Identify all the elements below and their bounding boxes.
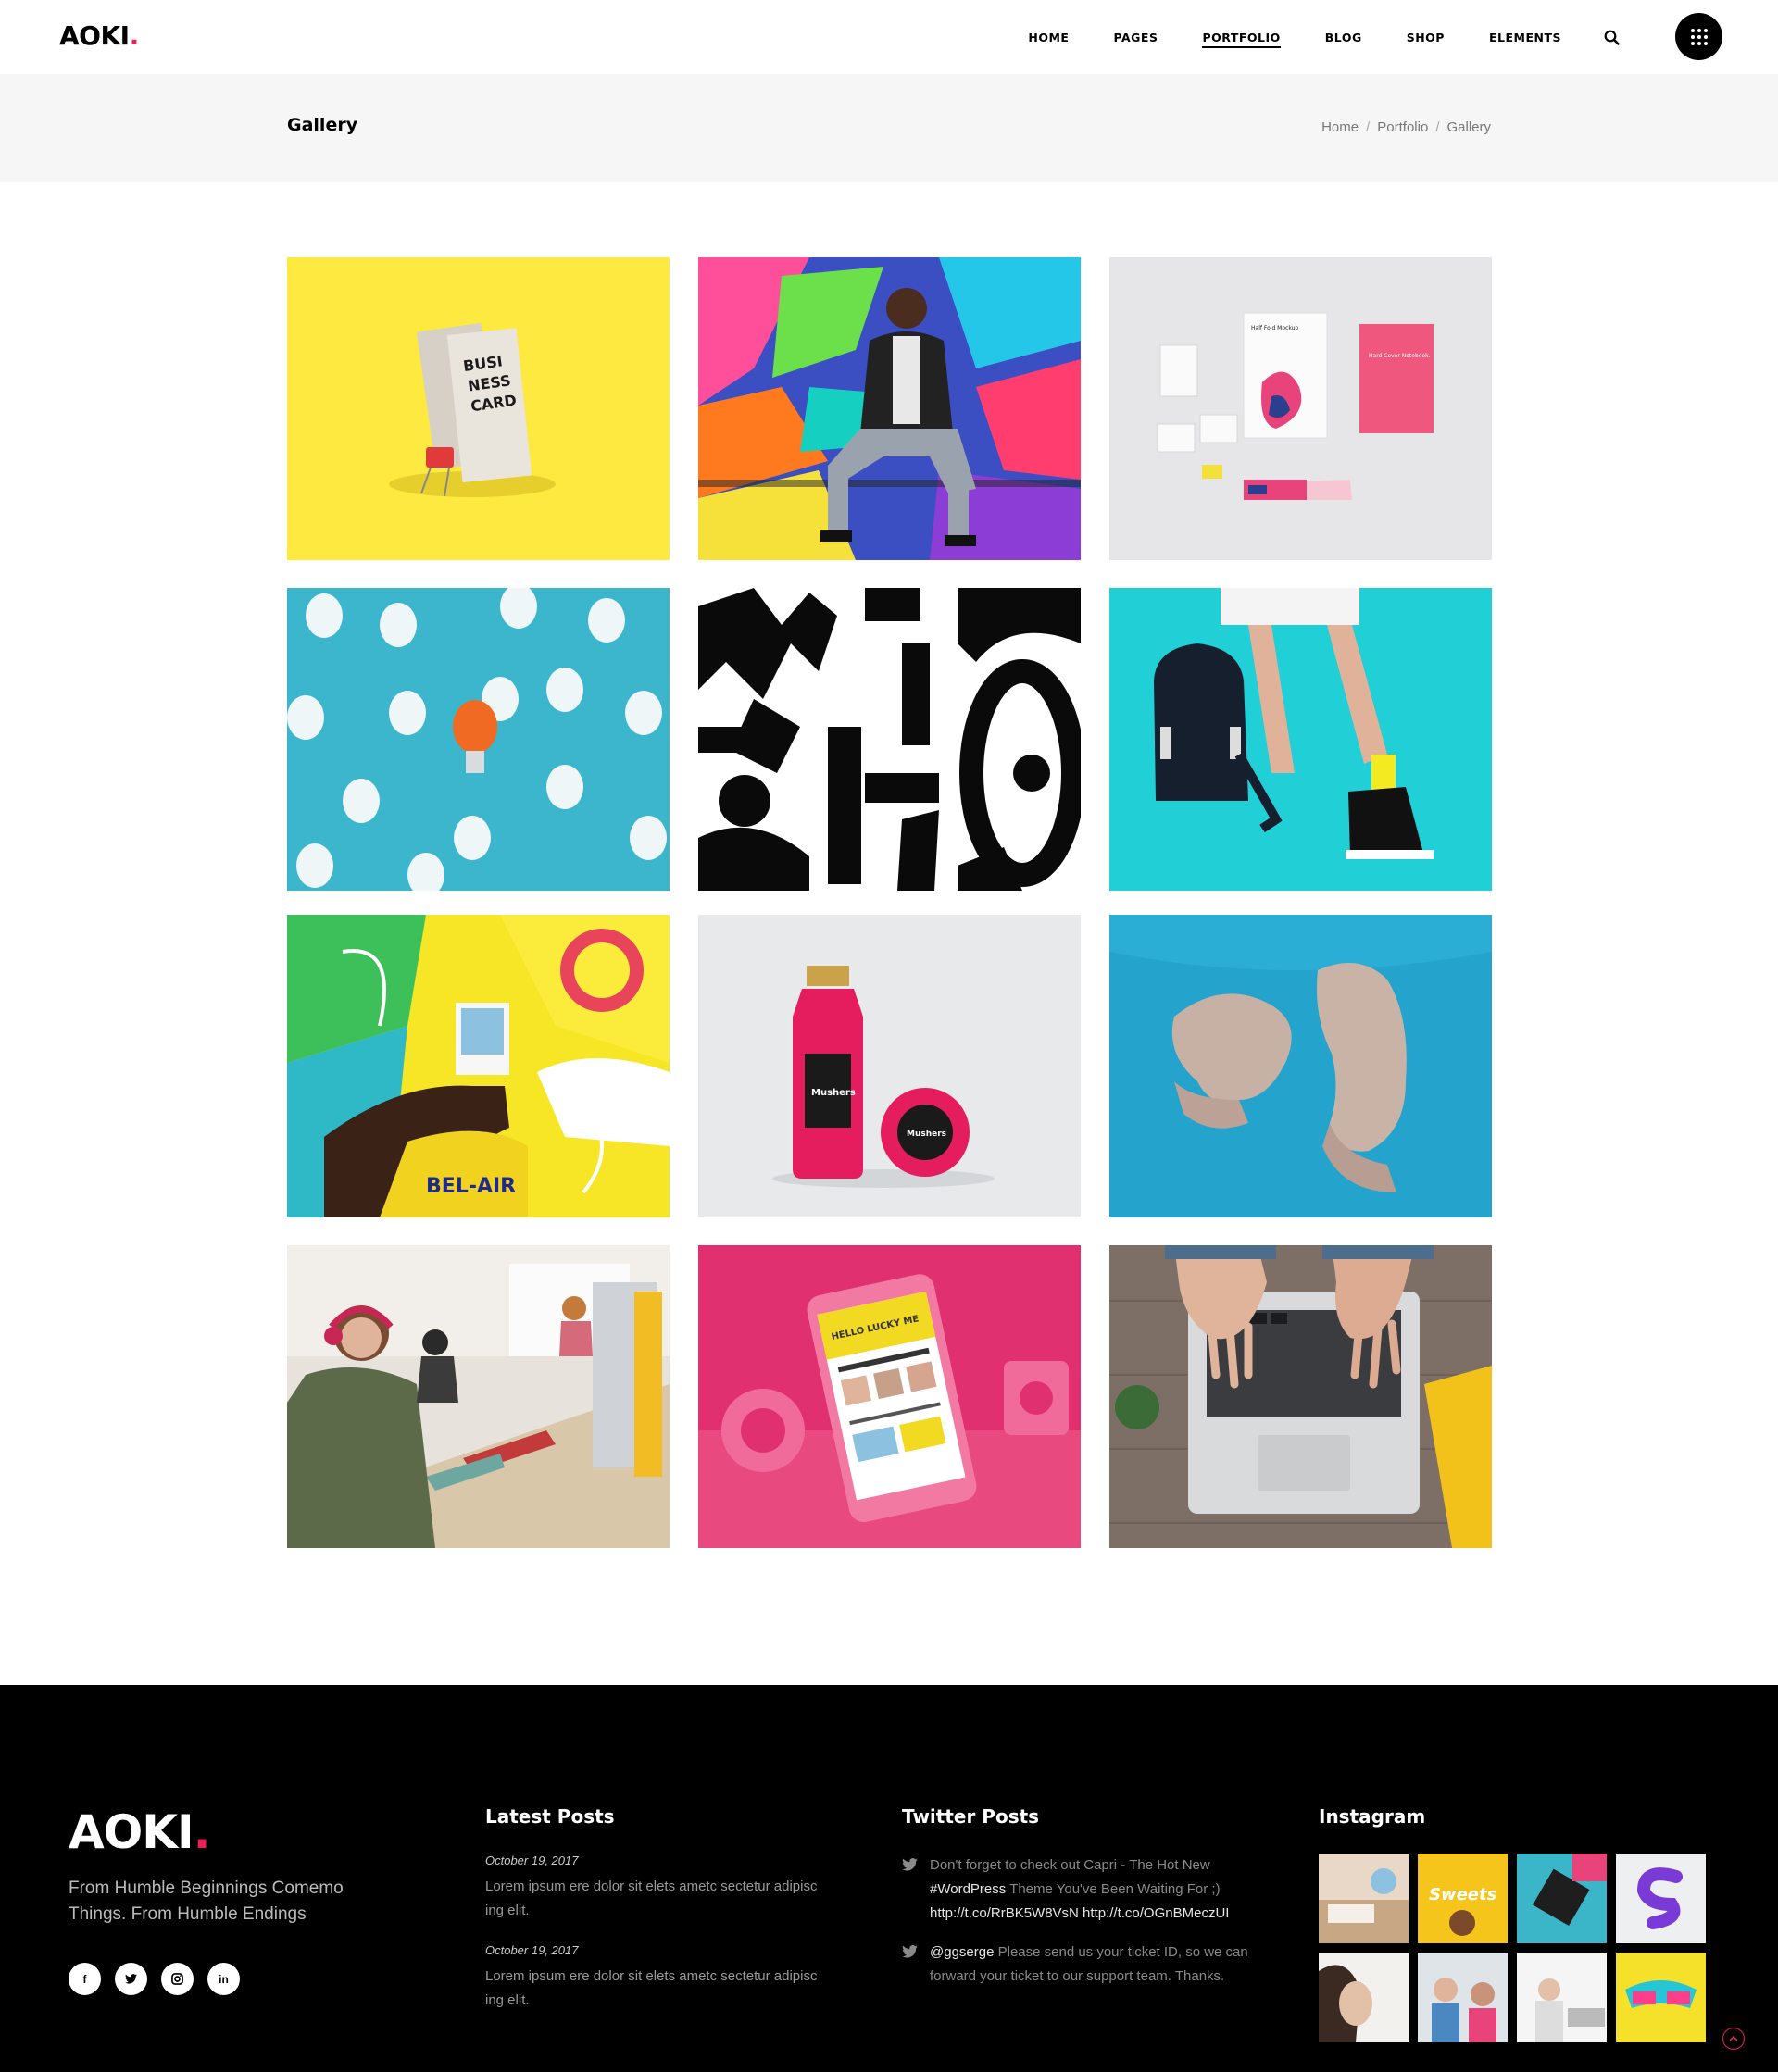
tweet-item: @ggserge Please send us your ticket ID, …	[902, 1941, 1254, 1989]
instagram-thumb[interactable]	[1616, 1953, 1706, 2042]
breadcrumb-home[interactable]: Home	[1321, 119, 1359, 135]
gallery-item-graffiti-portrait[interactable]	[698, 257, 1081, 560]
instagram-widget: Instagram Sweets	[1319, 1805, 1706, 2042]
svg-text:BEL-AIR: BEL-AIR	[426, 1175, 516, 1198]
lettering-pattern-image	[698, 588, 1081, 891]
instagram-thumb[interactable]	[1418, 1953, 1508, 2042]
nav-item-home[interactable]: HOME	[1006, 0, 1091, 74]
breadcrumb-separator: /	[1435, 119, 1440, 135]
juice-bottle-image: Mushers Mushers	[698, 915, 1081, 1217]
twitter-heading: Twitter Posts	[902, 1805, 1040, 1828]
page-title: Gallery	[287, 115, 358, 135]
office-team-image	[287, 1245, 670, 1548]
social-links: f in	[69, 1963, 240, 1995]
instagram-thumb[interactable]	[1319, 1854, 1409, 1943]
tweet-text: Don't forget to check out Capri - The Ho…	[930, 1857, 1230, 1921]
tweet-text: @ggserge Please send us your ticket ID, …	[930, 1944, 1248, 1984]
instagram-thumb[interactable]	[1517, 1854, 1607, 1943]
instagram-thumb[interactable]	[1616, 1854, 1706, 1943]
main-nav: HOME PAGES PORTFOLIO BLOG SHOP ELEMENTS	[1006, 0, 1630, 74]
post-date: October 19, 2017	[485, 1943, 579, 1957]
back-to-top-button[interactable]	[1722, 2028, 1745, 2050]
post-item: October 19, 2017 Lorem ipsum ere dolor s…	[485, 1943, 819, 2013]
light-bulbs-image	[287, 588, 670, 891]
facebook-icon[interactable]: f	[69, 1963, 101, 1995]
twitter-bird-icon	[902, 1941, 919, 1989]
gallery-item-stationery-mockup[interactable]: Half Fold Mockup Hard Cover Notebook.	[1109, 257, 1492, 560]
instagram-heading: Instagram	[1319, 1805, 1426, 1828]
gallery-item-backpack[interactable]	[1109, 588, 1492, 891]
instagram-thumb[interactable]	[1319, 1953, 1409, 2042]
nav-item-portfolio[interactable]: PORTFOLIO	[1180, 0, 1302, 74]
instagram-thumb[interactable]	[1517, 1953, 1607, 2042]
nav-item-blog[interactable]: BLOG	[1303, 0, 1384, 74]
nav-item-shop[interactable]: SHOP	[1384, 0, 1467, 74]
breadcrumb: Home / Portfolio / Gallery	[1321, 119, 1491, 135]
instagram-thumb[interactable]: Sweets	[1418, 1854, 1508, 1943]
backpack-image	[1109, 588, 1492, 891]
arrow-up-icon	[1729, 2035, 1738, 2041]
post-title-link[interactable]: Lorem ipsum ere dolor sit elets ametc se…	[485, 1965, 819, 2013]
svg-text:Sweets: Sweets	[1429, 1885, 1497, 1904]
site-footer: AOKI. From Humble Beginnings Comemo Thin…	[0, 1685, 1778, 2072]
breadcrumb-separator: /	[1366, 119, 1371, 135]
latest-posts-widget: Latest Posts October 19, 2017 Lorem ipsu…	[485, 1805, 819, 2033]
linkedin-icon[interactable]: in	[207, 1963, 240, 1995]
footer-logo[interactable]: AOKI.	[69, 1805, 211, 1859]
instagram-icon[interactable]	[161, 1963, 194, 1995]
twitter-bird-icon	[902, 1854, 919, 1926]
svg-text:Mushers: Mushers	[907, 1130, 946, 1139]
latest-posts-heading: Latest Posts	[485, 1805, 615, 1828]
twitter-widget: Twitter Posts Don't forget to check out …	[902, 1805, 1254, 2003]
graffiti-portrait-image	[698, 257, 1081, 560]
tweet-item: Don't forget to check out Capri - The Ho…	[902, 1854, 1254, 1926]
post-date: October 19, 2017	[485, 1854, 579, 1867]
gallery-item-business-card[interactable]: BUSI NESS CARD	[287, 257, 670, 560]
nav-item-elements[interactable]: ELEMENTS	[1467, 0, 1584, 74]
laptop-typing-image	[1109, 1245, 1492, 1548]
search-button[interactable]	[1593, 0, 1630, 74]
twitter-icon[interactable]	[115, 1963, 147, 1995]
site-header: AOKI. HOME PAGES PORTFOLIO BLOG SHOP ELE…	[0, 0, 1778, 74]
hands-blue-image	[1109, 915, 1492, 1217]
gallery-item-phone-mockup[interactable]: HELLO LUCKY ME	[698, 1245, 1081, 1548]
gallery-item-juice-bottle[interactable]: Mushers Mushers	[698, 915, 1081, 1217]
page-title-bar: Gallery Home / Portfolio / Gallery	[0, 74, 1778, 182]
nav-item-pages[interactable]: PAGES	[1091, 0, 1180, 74]
gallery-item-light-bulbs[interactable]	[287, 588, 670, 891]
svg-text:Mushers: Mushers	[811, 1088, 856, 1098]
logo[interactable]: AOKI.	[59, 20, 139, 51]
gallery-item-polaroid-hand[interactable]: BEL-AIR	[287, 915, 670, 1217]
mention-link[interactable]: @ggserge	[930, 1944, 994, 1960]
gallery-item-office-team[interactable]	[287, 1245, 670, 1548]
svg-text:Hard Cover Notebook.: Hard Cover Notebook.	[1369, 353, 1431, 359]
breadcrumb-portfolio[interactable]: Portfolio	[1377, 119, 1428, 135]
hashtag-link[interactable]: #WordPress	[930, 1881, 1006, 1897]
breadcrumb-current: Gallery	[1446, 119, 1491, 135]
gallery-item-hands-blue[interactable]	[1109, 915, 1492, 1217]
gallery-item-laptop-typing[interactable]	[1109, 1245, 1492, 1548]
business-card-image: BUSI NESS CARD	[287, 257, 670, 560]
tweet-url-link[interactable]: http://t.co/RrBK5W8VsN http://t.co/OGnBM…	[930, 1905, 1229, 1921]
phone-mockup-image: HELLO LUCKY ME	[698, 1245, 1081, 1548]
stationery-mockup-image: Half Fold Mockup Hard Cover Notebook.	[1109, 257, 1492, 560]
footer-tagline: From Humble Beginnings Comemo Things. Fr…	[69, 1879, 344, 1924]
instagram-feed: Sweets	[1319, 1854, 1706, 2042]
post-item: October 19, 2017 Lorem ipsum ere dolor s…	[485, 1854, 819, 1923]
grid-menu-icon	[1690, 28, 1708, 45]
gallery-item-lettering-pattern[interactable]	[698, 588, 1081, 891]
side-menu-button[interactable]	[1675, 13, 1722, 60]
svg-text:Half Fold Mockup: Half Fold Mockup	[1251, 325, 1298, 331]
search-icon	[1604, 30, 1620, 45]
polaroid-hand-image: BEL-AIR	[287, 915, 670, 1217]
post-title-link[interactable]: Lorem ipsum ere dolor sit elets ametc se…	[485, 1875, 819, 1923]
